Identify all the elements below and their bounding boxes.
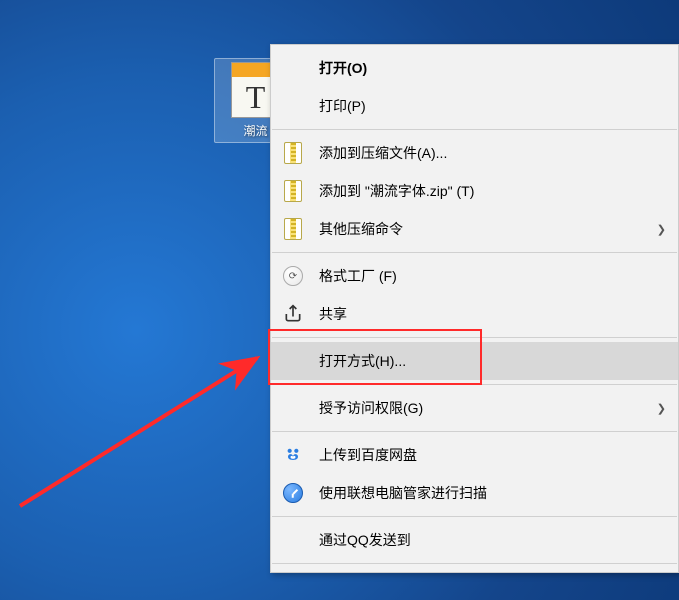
menu-share[interactable]: 共享 xyxy=(271,295,678,333)
menu-add-zip[interactable]: 添加到 "潮流字体.zip" (T) xyxy=(271,172,678,210)
context-menu: 打开(O) 打印(P) 添加到压缩文件(A)... 添加到 "潮流字体.zip"… xyxy=(270,44,679,573)
menu-separator xyxy=(272,129,677,130)
menu-print[interactable]: 打印(P) xyxy=(271,87,678,125)
menu-separator xyxy=(272,516,677,517)
menu-separator xyxy=(272,384,677,385)
blank-icon xyxy=(281,94,305,118)
menu-open[interactable]: 打开(O) xyxy=(271,49,678,87)
menu-other-zip-label: 其他压缩命令 xyxy=(319,219,657,239)
menu-baidu-upload[interactable]: 上传到百度网盘 xyxy=(271,436,678,474)
zip-icon xyxy=(281,217,305,241)
zip-icon xyxy=(281,141,305,165)
chevron-right-icon: ❯ xyxy=(657,402,666,415)
blank-icon xyxy=(281,396,305,420)
blank-icon xyxy=(281,349,305,373)
menu-grant-access[interactable]: 授予访问权限(G) ❯ xyxy=(271,389,678,427)
menu-separator xyxy=(272,337,677,338)
menu-add-zip-label: 添加到 "潮流字体.zip" (T) xyxy=(319,181,666,201)
menu-separator xyxy=(272,563,677,564)
menu-separator xyxy=(272,252,677,253)
menu-lenovo-scan-label: 使用联想电脑管家进行扫描 xyxy=(319,483,666,503)
menu-lenovo-scan[interactable]: 使用联想电脑管家进行扫描 xyxy=(271,474,678,512)
menu-share-label: 共享 xyxy=(319,304,666,324)
menu-qq-send[interactable]: 通过QQ发送到 xyxy=(271,521,678,559)
format-factory-icon xyxy=(281,264,305,288)
zip-icon xyxy=(281,179,305,203)
menu-add-archive-label: 添加到压缩文件(A)... xyxy=(319,143,666,163)
menu-format-factory[interactable]: 格式工厂 (F) xyxy=(271,257,678,295)
menu-qq-send-label: 通过QQ发送到 xyxy=(319,530,666,550)
share-icon xyxy=(281,302,305,326)
blank-icon xyxy=(281,56,305,80)
menu-open-with-label: 打开方式(H)... xyxy=(319,351,666,371)
menu-grant-access-label: 授予访问权限(G) xyxy=(319,398,657,418)
clock-icon xyxy=(281,481,305,505)
menu-baidu-upload-label: 上传到百度网盘 xyxy=(319,445,666,465)
blank-icon xyxy=(281,528,305,552)
menu-add-archive[interactable]: 添加到压缩文件(A)... xyxy=(271,134,678,172)
menu-print-label: 打印(P) xyxy=(319,96,666,116)
annotation-arrow xyxy=(5,296,270,516)
menu-format-factory-label: 格式工厂 (F) xyxy=(319,266,666,286)
chevron-right-icon: ❯ xyxy=(657,223,666,236)
menu-open-with[interactable]: 打开方式(H)... xyxy=(271,342,678,380)
menu-separator xyxy=(272,431,677,432)
menu-other-zip[interactable]: 其他压缩命令 ❯ xyxy=(271,210,678,248)
menu-open-label: 打开(O) xyxy=(319,58,666,78)
baidu-icon xyxy=(281,443,305,467)
